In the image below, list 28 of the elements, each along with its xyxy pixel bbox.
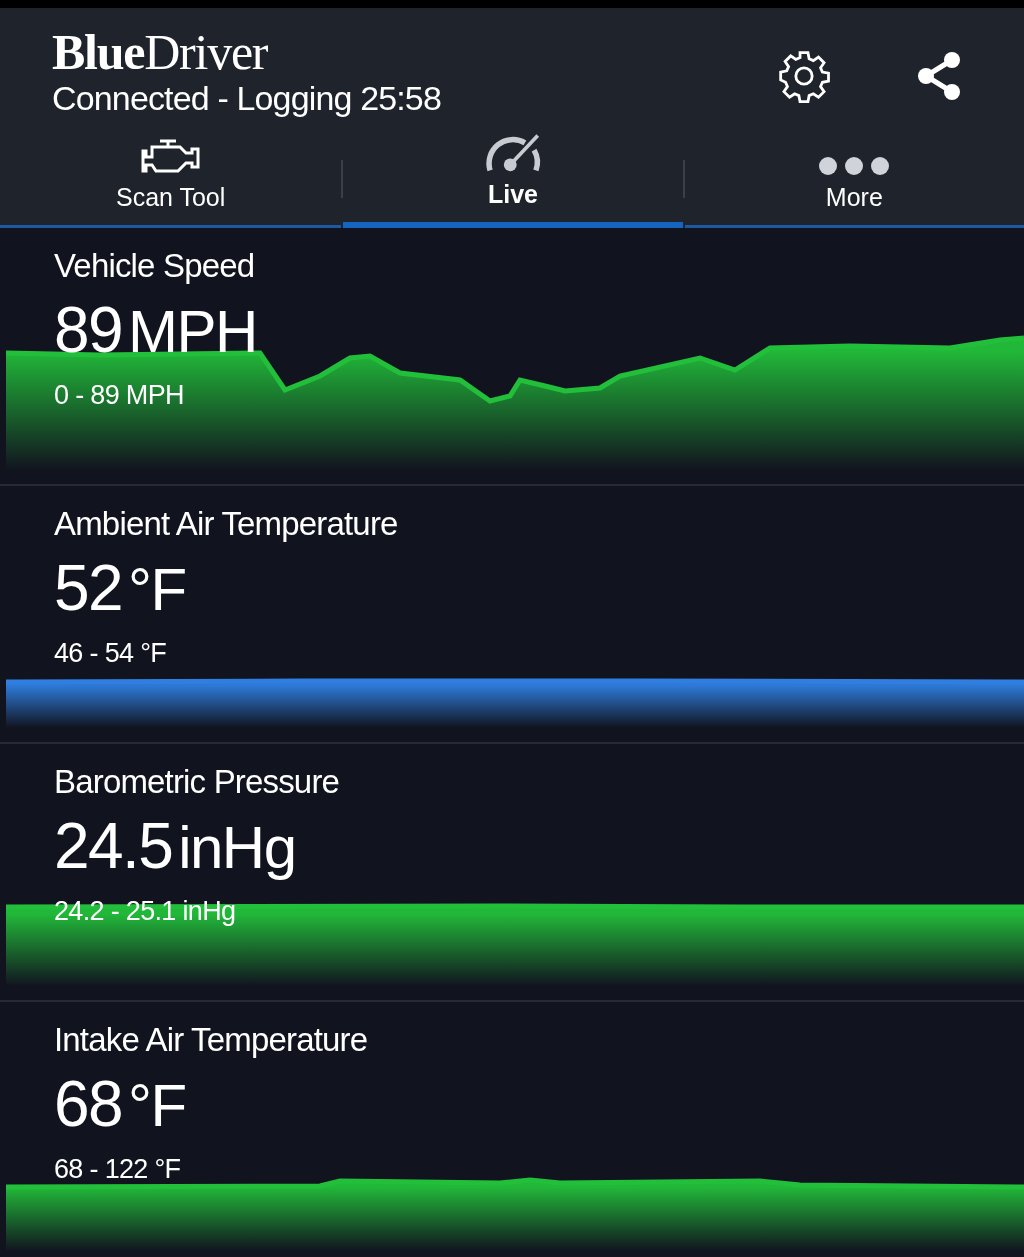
sensor-value: 52 (54, 551, 122, 626)
sensor-name: Intake Air Temperature (54, 1020, 369, 1060)
sensor-unit: °F (128, 555, 186, 625)
sensor-value: 68 (54, 1067, 122, 1142)
sensor-card[interactable]: Vehicle Speed 89MPH 0 - 89 MPH (0, 228, 1024, 486)
nav-tab[interactable]: Scan Tool (0, 130, 342, 228)
sensor-value: 89 (54, 293, 122, 368)
sensor-value: 24.5 (54, 809, 173, 884)
share-icon (916, 51, 962, 101)
sensor-name: Ambient Air Temperature (54, 504, 399, 544)
sensor-card[interactable]: Ambient Air Temperature 52°F 46 - 54 °F (0, 486, 1024, 744)
connection-status: Connected - Logging 25:58 (52, 78, 441, 118)
sensor-range: 68 - 122 °F (54, 1153, 182, 1186)
app-logo: BlueDriver (52, 26, 269, 78)
sensor-name: Vehicle Speed (54, 246, 256, 286)
sensor-unit: °F (128, 1071, 186, 1141)
settings-icon (776, 48, 832, 104)
nav-tab[interactable]: Live (343, 130, 683, 228)
sensor-range: 0 - 89 MPH (54, 379, 185, 412)
sensor-unit: MPH (128, 297, 257, 367)
nav-tab[interactable]: More (684, 130, 1024, 228)
sensor-range: 24.2 - 25.1 inHg (54, 895, 237, 928)
sensor-unit: inHg (178, 813, 296, 883)
sensor-card[interactable]: Intake Air Temperature 68°F 68 - 122 °F (0, 1002, 1024, 1251)
more-icon (817, 155, 892, 177)
sensor-range: 46 - 54 °F (54, 637, 168, 670)
sensor-name: Barometric Pressure (54, 762, 341, 802)
sensor-card[interactable]: Barometric Pressure 24.5inHg 24.2 - 25.1 inHg (0, 744, 1024, 1002)
